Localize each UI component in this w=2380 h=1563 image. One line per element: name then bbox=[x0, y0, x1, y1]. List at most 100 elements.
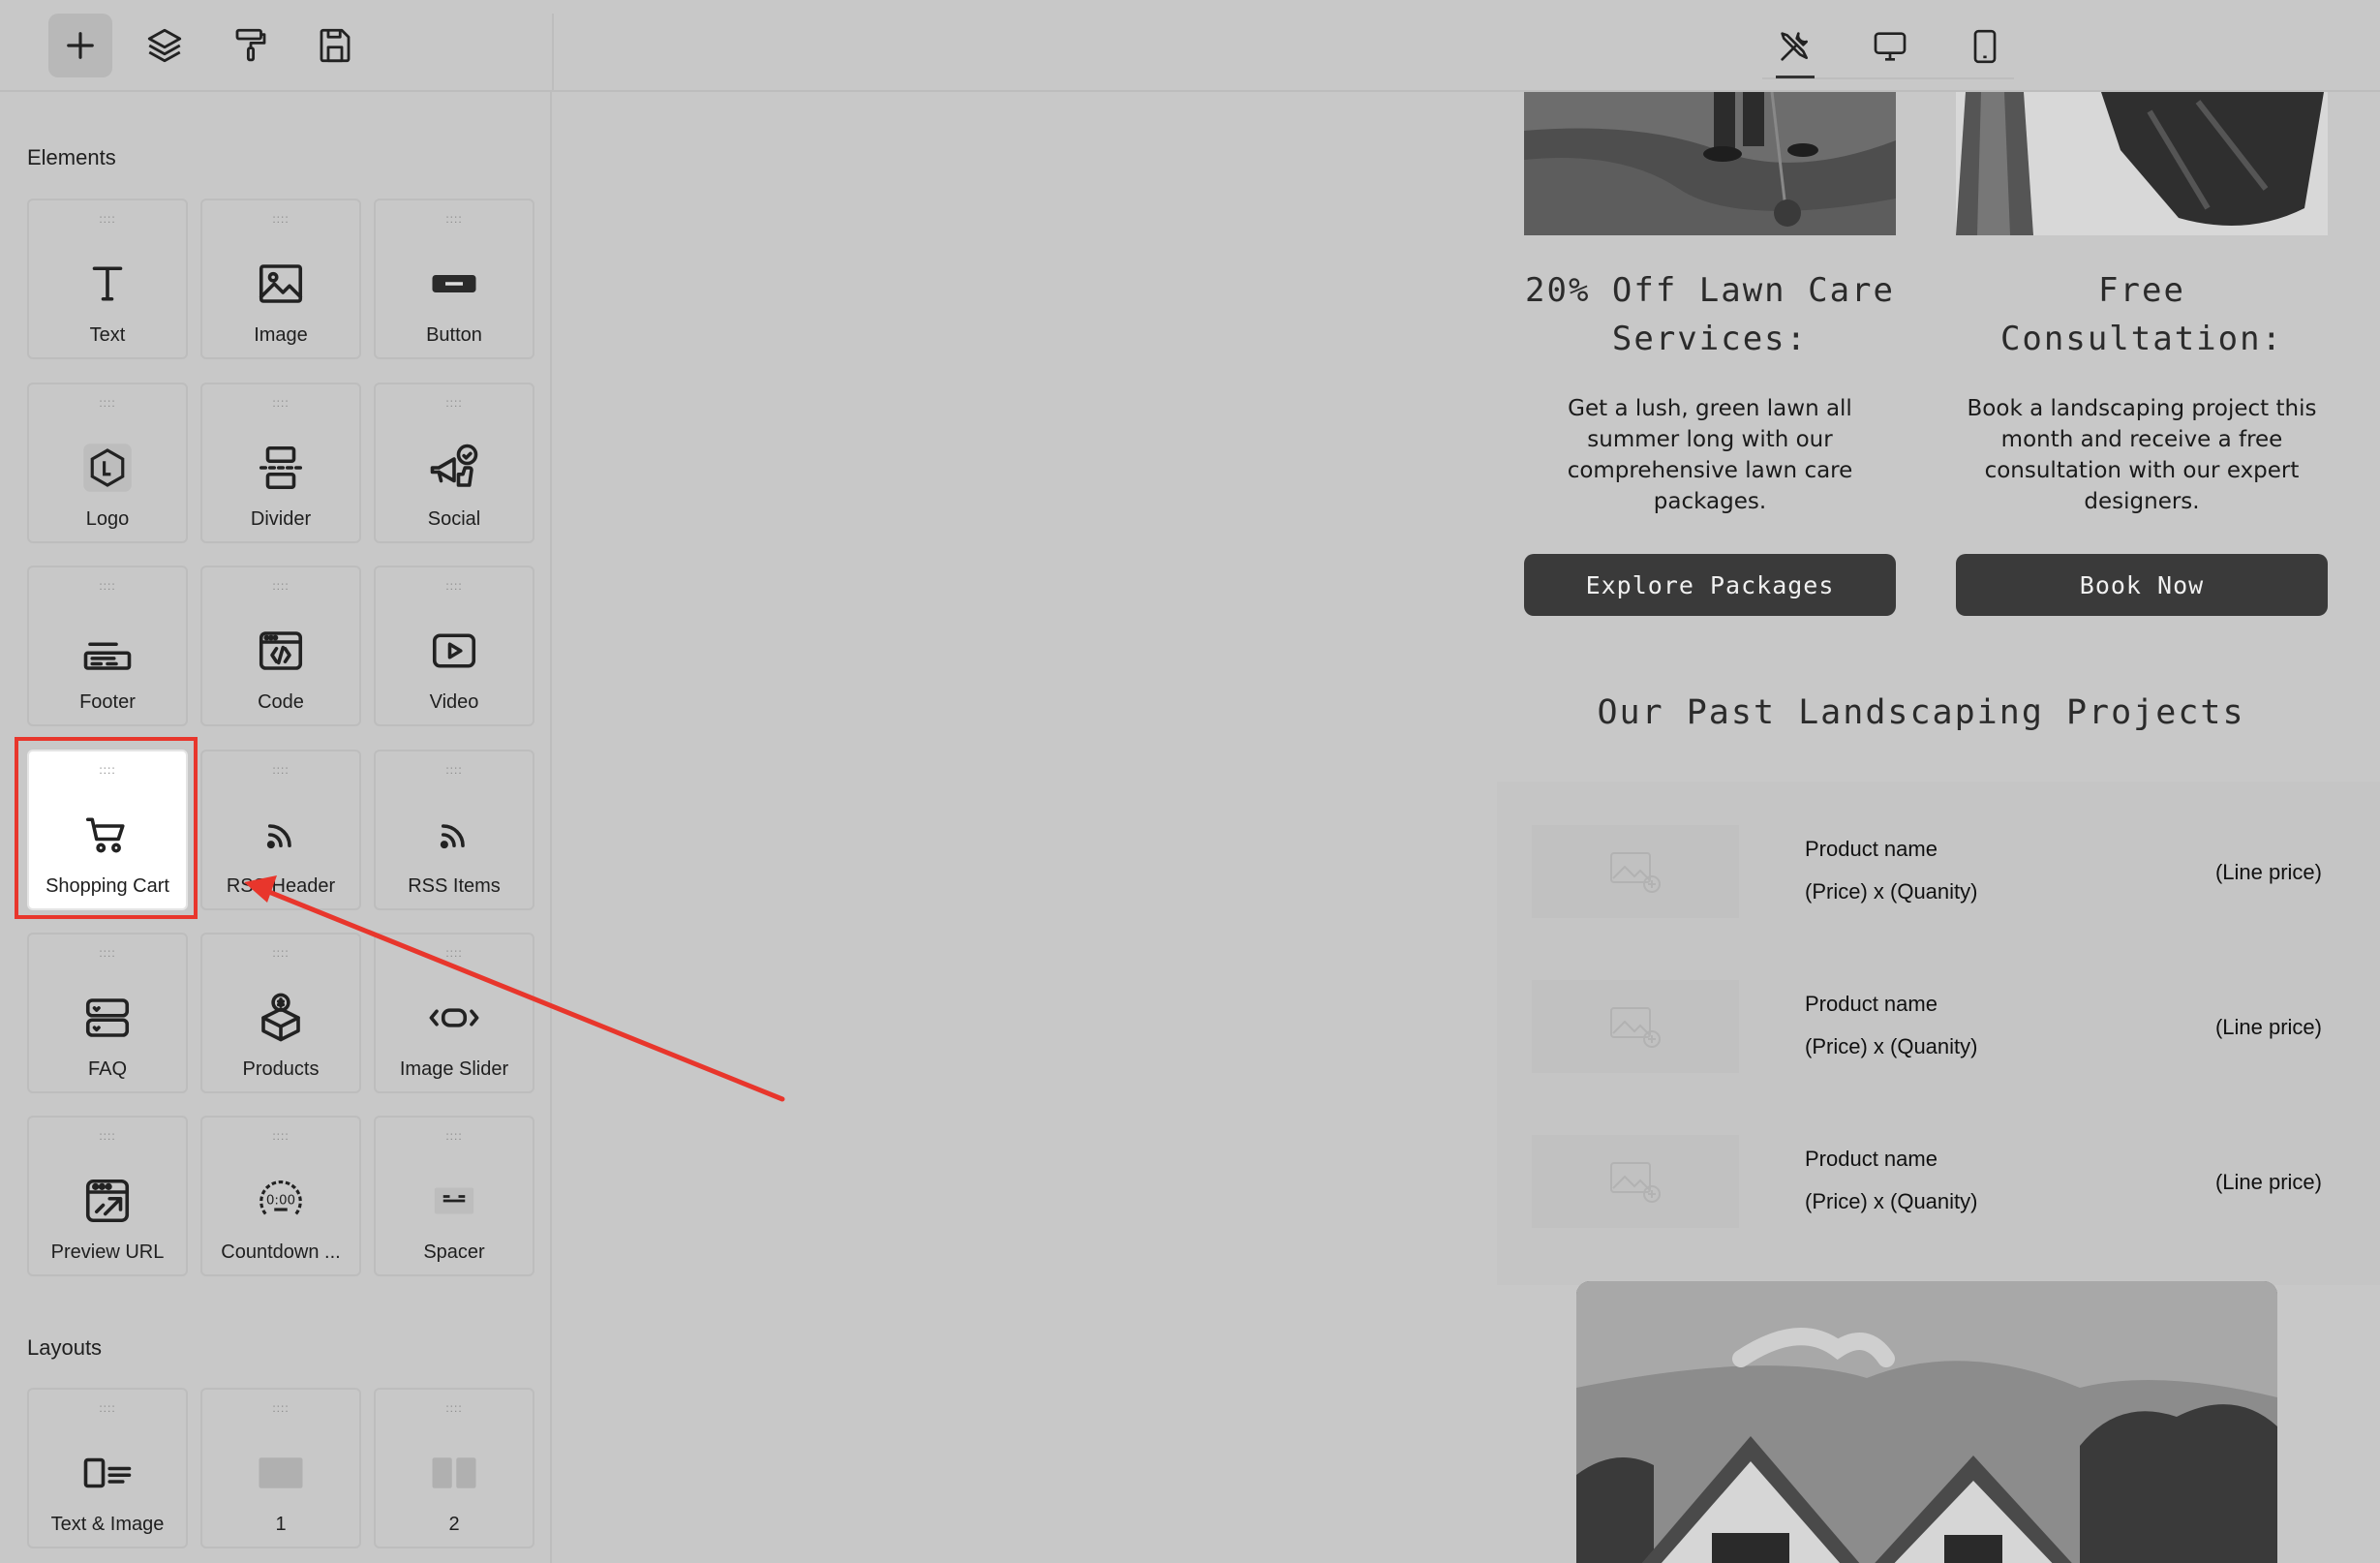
phone-icon bbox=[1973, 29, 1997, 64]
cart-item-name: Product name bbox=[1805, 1147, 1938, 1171]
logo-icon bbox=[29, 441, 186, 495]
builder-mode-button[interactable] bbox=[1766, 17, 1824, 76]
drag-handle-icon[interactable]: :::: bbox=[376, 1130, 533, 1142]
drag-handle-icon[interactable]: :::: bbox=[376, 397, 533, 409]
element-tile-spacer[interactable]: :::: Spacer bbox=[374, 1116, 534, 1276]
drag-handle-icon[interactable]: :::: bbox=[29, 1402, 186, 1414]
projects-heading: Our Past Landscaping Projects bbox=[1597, 693, 2245, 732]
add-element-button[interactable] bbox=[48, 14, 112, 77]
paint-roller-icon bbox=[235, 28, 266, 62]
tile-label: Image bbox=[254, 324, 308, 346]
tile-label: Divider bbox=[250, 508, 312, 530]
layout-tile-1[interactable]: :::: 1 bbox=[200, 1388, 361, 1548]
svg-text:0:00: 0:00 bbox=[266, 1192, 295, 1208]
save-icon bbox=[320, 28, 351, 63]
layouts-section-title: Layouts bbox=[27, 1335, 103, 1360]
social-icon bbox=[376, 441, 533, 495]
drag-handle-icon[interactable]: :::: bbox=[376, 580, 533, 592]
house-image bbox=[1576, 1281, 2277, 1563]
layout-tile-2[interactable]: :::: 2 bbox=[374, 1388, 534, 1548]
element-tile-faq[interactable]: :::: FAQ bbox=[27, 933, 188, 1093]
shopping-cart-block[interactable]: Product name (Price) x (Quanity) (Line p… bbox=[1497, 782, 2380, 1285]
toolbar-divider bbox=[552, 14, 554, 91]
drag-handle-icon[interactable]: :::: bbox=[29, 397, 186, 409]
tile-label: RSS Header bbox=[226, 875, 336, 897]
layout-tile-text-image[interactable]: :::: Text & Image bbox=[27, 1388, 188, 1548]
consultation-image bbox=[1956, 92, 2328, 235]
cart-item-name: Product name bbox=[1805, 992, 1938, 1016]
tile-label: Social bbox=[427, 508, 481, 530]
drag-handle-icon[interactable]: :::: bbox=[202, 397, 359, 409]
desktop-preview-button[interactable] bbox=[1861, 17, 1919, 76]
faq-icon bbox=[29, 991, 186, 1045]
drag-handle-icon[interactable]: :::: bbox=[202, 764, 359, 776]
house-photo[interactable] bbox=[1576, 1281, 2277, 1563]
element-tile-divider[interactable]: :::: Divider bbox=[200, 383, 361, 543]
button-icon bbox=[376, 257, 533, 311]
save-button[interactable] bbox=[303, 14, 367, 77]
element-tile-video[interactable]: :::: Video bbox=[374, 566, 534, 726]
footer-icon bbox=[29, 624, 186, 678]
cart-item-row[interactable]: Product name (Price) x (Quanity) (Line p… bbox=[1497, 980, 2380, 1077]
rss-icon bbox=[202, 808, 359, 862]
drag-handle-icon[interactable]: :::: bbox=[29, 213, 186, 225]
element-tile-footer[interactable]: :::: Footer bbox=[27, 566, 188, 726]
drag-handle-icon[interactable]: :::: bbox=[202, 213, 359, 225]
monitor-icon bbox=[1874, 32, 1907, 61]
drag-handle-icon[interactable]: :::: bbox=[202, 580, 359, 592]
lawn-care-photo[interactable] bbox=[1524, 92, 1896, 235]
element-tile-text[interactable]: :::: Text bbox=[27, 199, 188, 359]
editor-canvas bbox=[554, 92, 1462, 1563]
element-tile-products[interactable]: :::: Products bbox=[200, 933, 361, 1093]
element-tile-rss-items[interactable]: :::: RSS Items bbox=[374, 750, 534, 910]
explore-packages-button[interactable]: Explore Packages bbox=[1524, 554, 1896, 616]
tile-label: 1 bbox=[275, 1514, 287, 1535]
tile-label: Logo bbox=[85, 508, 130, 530]
element-tile-image-slider[interactable]: :::: Image Slider bbox=[374, 933, 534, 1093]
email-preview[interactable]: 20% Off Lawn Care Services: Free Consult… bbox=[1462, 92, 2380, 1563]
drag-handle-icon[interactable]: :::: bbox=[202, 1402, 359, 1414]
two-column-layout-icon bbox=[376, 1446, 533, 1500]
drag-handle-icon[interactable]: :::: bbox=[202, 947, 359, 959]
cart-item-price: (Line price) bbox=[2214, 860, 2322, 884]
cart-item-row[interactable]: Product name (Price) x (Quanity) (Line p… bbox=[1497, 825, 2380, 922]
layers-button[interactable] bbox=[133, 14, 197, 77]
elements-section-title: Elements bbox=[27, 145, 116, 169]
drag-handle-icon[interactable]: :::: bbox=[376, 213, 533, 225]
cart-item-name: Product name bbox=[1805, 837, 1938, 861]
products-icon bbox=[202, 991, 359, 1045]
drag-handle-icon[interactable]: :::: bbox=[376, 1402, 533, 1414]
drag-handle-icon[interactable]: :::: bbox=[202, 1130, 359, 1142]
styles-button[interactable] bbox=[219, 14, 283, 77]
element-tile-countdown[interactable]: :::: 0:00 Countdown ... bbox=[200, 1116, 361, 1276]
code-icon bbox=[202, 624, 359, 678]
drag-handle-icon[interactable]: :::: bbox=[29, 1130, 186, 1142]
tile-label: Spacer bbox=[423, 1241, 485, 1263]
element-tile-preview-url[interactable]: :::: Preview URL bbox=[27, 1116, 188, 1276]
drag-handle-icon[interactable]: :::: bbox=[29, 947, 186, 959]
image-slider-icon bbox=[376, 991, 533, 1045]
element-tile-image[interactable]: :::: Image bbox=[200, 199, 361, 359]
element-tile-rss-header[interactable]: :::: RSS Header bbox=[200, 750, 361, 910]
element-tile-button[interactable]: :::: Button bbox=[374, 199, 534, 359]
cart-item-row[interactable]: Product name (Price) x (Quanity) (Line p… bbox=[1497, 1135, 2380, 1232]
book-now-button[interactable]: Book Now bbox=[1956, 554, 2328, 616]
tile-label: Preview URL bbox=[50, 1241, 165, 1263]
element-tile-logo[interactable]: :::: Logo bbox=[27, 383, 188, 543]
tile-label: 2 bbox=[448, 1514, 460, 1535]
element-tile-social[interactable]: :::: Social bbox=[374, 383, 534, 543]
shopping-cart-highlight-box bbox=[15, 737, 198, 919]
cart-item-quantity: (Price) x (Quanity) bbox=[1805, 879, 1978, 904]
drag-handle-icon[interactable]: :::: bbox=[376, 764, 533, 776]
mobile-preview-button[interactable] bbox=[1956, 17, 2014, 76]
drag-handle-icon[interactable]: :::: bbox=[29, 580, 186, 592]
tile-label: Products bbox=[242, 1058, 320, 1080]
image-placeholder-icon bbox=[1610, 1007, 1661, 1048]
tile-label: Code bbox=[258, 691, 304, 713]
consultation-photo[interactable] bbox=[1956, 92, 2328, 235]
tile-label: RSS Items bbox=[408, 875, 501, 897]
drag-handle-icon[interactable]: :::: bbox=[376, 947, 533, 959]
text-icon bbox=[29, 257, 186, 311]
element-tile-code[interactable]: :::: Code bbox=[200, 566, 361, 726]
cart-item-thumbnail bbox=[1532, 980, 1739, 1073]
